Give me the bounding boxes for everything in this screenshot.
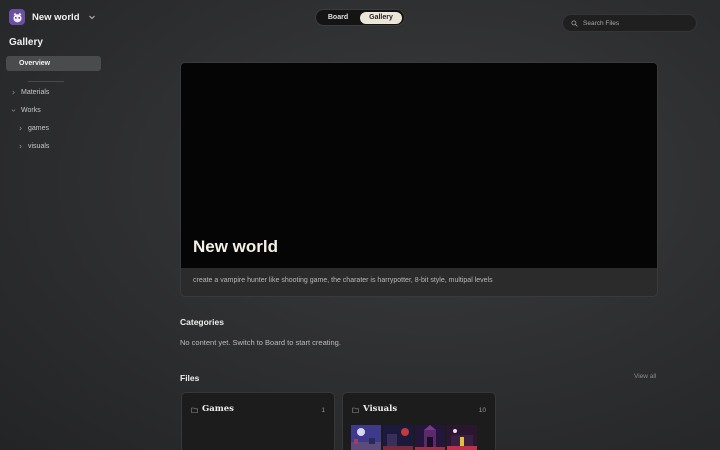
thumbnail-image[interactable] xyxy=(351,425,381,450)
files-title: Files xyxy=(180,373,200,383)
sidebar: New world Gallery Overview Materials Wor… xyxy=(0,0,108,450)
logo-icon xyxy=(9,9,25,25)
thumbnail-image[interactable] xyxy=(447,425,477,450)
hero-title: New world xyxy=(193,237,279,256)
sidebar-title: Gallery xyxy=(9,37,43,48)
search-input[interactable] xyxy=(583,19,693,27)
folder-count: 1 xyxy=(321,407,325,414)
search-icon xyxy=(571,19,578,27)
sidebar-item-label: Works xyxy=(21,106,41,114)
sidebar-item-materials[interactable]: Materials xyxy=(11,87,49,97)
chevron-right-icon xyxy=(12,90,15,94)
sidebar-item-label: visuals xyxy=(28,142,50,150)
chevron-right-icon xyxy=(19,144,22,148)
sidebar-item-label: games xyxy=(28,124,50,132)
sidebar-divider xyxy=(28,81,64,82)
tab-gallery[interactable]: Gallery xyxy=(360,12,402,24)
sidebar-item-works[interactable]: Works xyxy=(11,105,41,115)
chevron-right-icon xyxy=(19,126,22,130)
thumbnail-image[interactable] xyxy=(415,425,445,450)
sidebar-item-visuals[interactable]: visuals xyxy=(18,141,49,151)
folder-icon xyxy=(191,407,198,413)
categories-empty-text: No content yet. Switch to Board to start… xyxy=(180,338,341,347)
folder-card-visuals[interactable]: Visuals 10 xyxy=(342,392,496,450)
categories-title: Categories xyxy=(180,317,224,327)
chevron-down-icon xyxy=(11,108,16,112)
view-all-link[interactable]: View all xyxy=(634,373,656,380)
tab-board[interactable]: Board xyxy=(321,12,355,24)
sidebar-item-label: Materials xyxy=(21,88,50,96)
sidebar-item-games[interactable]: games xyxy=(18,123,49,133)
folder-name: Visuals xyxy=(363,404,398,414)
chevron-down-icon[interactable] xyxy=(88,13,96,21)
folder-icon xyxy=(352,407,359,413)
sidebar-item-overview[interactable]: Overview xyxy=(6,56,101,71)
thumbnail-image[interactable] xyxy=(383,425,413,450)
view-toggle: Board Gallery xyxy=(315,9,405,26)
hero-description: create a vampire hunter like shooting ga… xyxy=(193,277,493,284)
workspace-switcher[interactable]: New world xyxy=(9,9,96,25)
project-hero-card[interactable]: New world create a vampire hunter like s… xyxy=(180,62,658,297)
search-box[interactable] xyxy=(562,14,697,32)
thumbnail-strip xyxy=(351,425,479,450)
folder-name: Games xyxy=(202,404,234,414)
workspace-name: New world xyxy=(32,11,80,23)
folder-card-games[interactable]: Games 1 xyxy=(181,392,335,450)
folder-count: 10 xyxy=(478,407,486,414)
